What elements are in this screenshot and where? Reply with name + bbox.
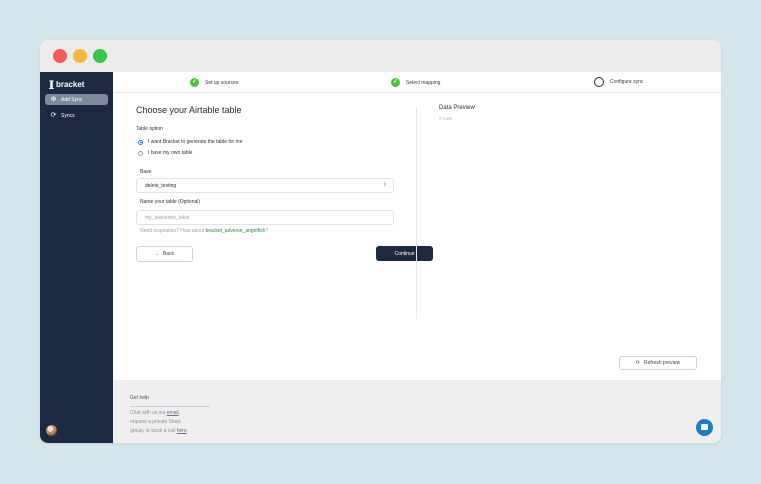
bracket-logo-icon: ][ bbox=[49, 79, 54, 89]
current-step-ring-icon bbox=[594, 77, 604, 87]
title-bar bbox=[40, 40, 721, 72]
app-window: ][ bracket ⊕ Add Sync ⟳ Syncs ✓ Set up s… bbox=[40, 40, 721, 443]
step-label: Set up sources bbox=[205, 79, 239, 86]
select-chevron-icon: ⇕ bbox=[382, 182, 387, 188]
table-name-input[interactable]: my_awesome_table bbox=[136, 210, 394, 225]
hint-suffix: ? bbox=[265, 228, 269, 234]
minimize-window-button[interactable] bbox=[73, 49, 87, 63]
bracket-logo[interactable]: ][ bracket bbox=[49, 79, 84, 89]
refresh-icon: ⟳ bbox=[50, 112, 57, 119]
back-button-label: Back bbox=[162, 251, 175, 257]
radio-label: I have my own table bbox=[148, 150, 193, 156]
help-text: Chat with us via bbox=[130, 410, 167, 416]
sidebar-item-add-sync[interactable]: ⊕ Add Sync bbox=[45, 94, 108, 105]
help-text: , bbox=[178, 410, 181, 416]
main-content: Choose your Airtable table Table option … bbox=[113, 93, 721, 380]
chat-support-button[interactable] bbox=[696, 419, 713, 436]
help-line-call: group, or book a call here. bbox=[130, 428, 188, 434]
book-call-link[interactable]: here bbox=[177, 428, 187, 434]
step-label: Select mapping bbox=[406, 79, 441, 86]
help-footer: Get help Chat with us via email, request… bbox=[113, 380, 721, 443]
check-circle-icon: ✓ bbox=[190, 78, 199, 87]
continue-button-label: Continue bbox=[394, 250, 415, 257]
close-window-button[interactable] bbox=[53, 49, 67, 63]
check-circle-icon: ✓ bbox=[391, 78, 400, 87]
help-line-email: Chat with us via email, bbox=[130, 410, 180, 416]
suggested-name-link[interactable]: bracket_adverse_angelfish bbox=[206, 228, 266, 234]
help-line-slack: request a private Slack bbox=[130, 419, 181, 425]
data-preview-row-count: 0 rows bbox=[439, 116, 453, 121]
plus-circle-icon: ⊕ bbox=[50, 96, 57, 103]
base-select[interactable]: delete_testing ⇕ bbox=[136, 178, 394, 193]
name-suggestion-hint: Need inspiration? How about bracket_adve… bbox=[140, 228, 268, 234]
continue-button[interactable]: Continue bbox=[376, 246, 433, 261]
table-name-placeholder: my_awesome_table bbox=[145, 214, 190, 221]
radio-selected-icon[interactable] bbox=[138, 139, 143, 145]
base-label: Base bbox=[140, 169, 152, 175]
base-select-value: delete_testing bbox=[145, 182, 177, 189]
get-help-title: Get help bbox=[130, 395, 149, 401]
table-name-label: Name your table (Optional) bbox=[140, 199, 201, 205]
step-label: Configure sync bbox=[610, 79, 644, 85]
help-divider bbox=[130, 406, 210, 407]
email-link[interactable]: email bbox=[167, 410, 179, 416]
radio-generate-table[interactable]: I want Bracket to generate the table for… bbox=[138, 139, 243, 145]
step-set-up-sources: ✓ Set up sources bbox=[190, 78, 238, 87]
panel-divider bbox=[416, 107, 417, 319]
radio-unselected-icon[interactable] bbox=[138, 150, 143, 156]
step-select-mapping: ✓ Select mapping bbox=[391, 78, 440, 87]
refresh-preview-button[interactable]: ⟳ Refresh preview bbox=[619, 356, 697, 370]
sidebar-item-label: Add Sync bbox=[61, 96, 83, 103]
radio-label: I want Bracket to generate the table for… bbox=[148, 139, 243, 145]
sidebar-item-syncs[interactable]: ⟳ Syncs bbox=[45, 110, 108, 121]
arrow-left-icon: ← bbox=[154, 251, 160, 257]
help-text: . bbox=[186, 428, 189, 434]
sidebar-item-label: Syncs bbox=[61, 112, 75, 119]
progress-stepper: ✓ Set up sources ✓ Select mapping Config… bbox=[113, 72, 721, 93]
table-option-label: Table option bbox=[136, 126, 163, 132]
refresh-icon: ⟳ bbox=[635, 360, 641, 366]
user-avatar[interactable] bbox=[46, 425, 57, 436]
sidebar: ][ bracket ⊕ Add Sync ⟳ Syncs bbox=[40, 72, 113, 443]
logo-text: bracket bbox=[56, 79, 85, 89]
radio-own-table[interactable]: I have my own table bbox=[138, 150, 192, 156]
step-configure-sync: Configure sync bbox=[594, 77, 643, 87]
page-title: Choose your Airtable table bbox=[136, 105, 242, 115]
hint-prefix: Need inspiration? How about bbox=[140, 228, 206, 234]
help-text: group, or book a call bbox=[130, 428, 177, 434]
data-preview-title: Data Preview bbox=[439, 105, 475, 111]
back-button[interactable]: ← Back bbox=[136, 246, 193, 262]
maximize-window-button[interactable] bbox=[93, 49, 107, 63]
refresh-preview-label: Refresh preview bbox=[644, 360, 681, 366]
